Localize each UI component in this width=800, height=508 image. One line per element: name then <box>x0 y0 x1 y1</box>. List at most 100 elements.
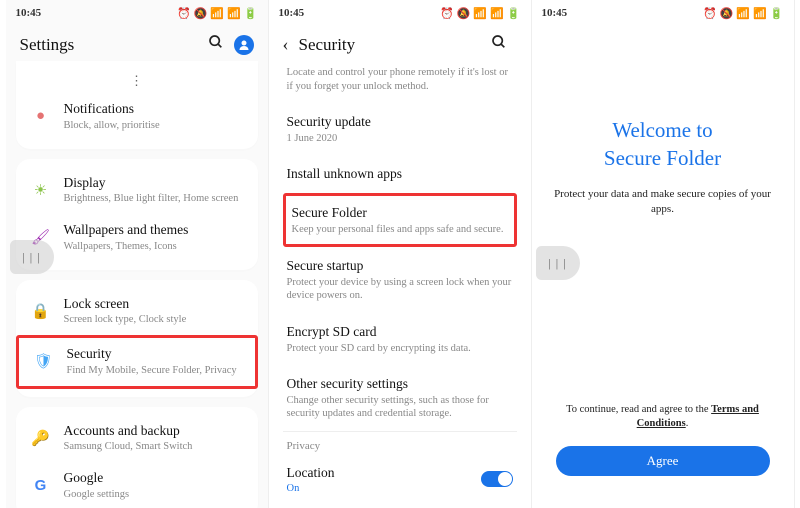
list-item-sub: Wallpapers, Themes, Icons <box>64 240 246 254</box>
ellipsis-icon: ⋮ <box>16 73 258 93</box>
list-item-sub: Protect your device by using a screen lo… <box>287 276 513 303</box>
list-item-title: Secure startup <box>287 257 513 275</box>
status-time: 10:45 <box>279 7 305 19</box>
security-header: ‹ Security <box>269 26 531 65</box>
signal-icon: 📶 <box>736 7 750 20</box>
battery-icon: 🔋 <box>507 7 521 20</box>
display-icon: ☀ <box>28 181 54 200</box>
battery-icon: 🔋 <box>244 7 258 20</box>
list-item-display[interactable]: ☀ Display Brightness, Blue light filter,… <box>16 167 258 215</box>
list-item-title: Encrypt SD card <box>287 323 513 341</box>
google-icon: G <box>28 477 54 494</box>
terms-prefix: To continue, read and agree to the <box>566 404 711 415</box>
status-bar: 10:45 ⏰ 🔕 📶 📶 🔋 <box>532 0 794 26</box>
list-item-location[interactable]: Location On <box>283 454 517 504</box>
mute-icon: 🔕 <box>194 7 208 20</box>
phone-settings: 10:45 ⏰ 🔕 📶 📶 🔋 Settings ⋮ ● Notificatio… <box>6 0 269 508</box>
list-item-title: Location <box>287 464 335 482</box>
list-item-sub: 1 June 2020 <box>287 132 513 146</box>
page-title: Security <box>299 35 491 55</box>
welcome-title: Welcome to Secure Folder <box>604 116 721 173</box>
toggle-state-label: On <box>287 483 335 494</box>
status-bar: 10:45 ⏰ 🔕 📶 📶 🔋 <box>269 0 531 26</box>
list-item-title: Security <box>67 346 243 363</box>
alarm-icon: ⏰ <box>440 7 454 20</box>
list-item-title: Other security settings <box>287 375 513 393</box>
list-item-security-update[interactable]: Security update 1 June 2020 <box>283 103 517 155</box>
list-item-findmymobile[interactable]: Locate and control your phone remotely i… <box>283 66 517 103</box>
list-item-title: Lock screen <box>64 296 246 313</box>
list-item-title: Accounts and backup <box>64 423 246 440</box>
list-item-other-security[interactable]: Other security settings Change other sec… <box>283 365 517 431</box>
shield-icon: 🛡 <box>31 352 57 371</box>
edge-handle[interactable]: | | | <box>536 246 580 280</box>
list-item-sub: Locate and control your phone remotely i… <box>287 66 513 93</box>
mute-icon: 🔕 <box>720 7 734 20</box>
list-item-title: Install unknown apps <box>287 165 513 183</box>
edge-handle[interactable]: | | | <box>10 240 54 274</box>
list-item-title: Security update <box>287 113 513 131</box>
list-item-sub: Google settings <box>64 488 246 502</box>
key-icon: 🔑 <box>28 429 54 448</box>
list-item-lockscreen[interactable]: 🔒 Lock screen Screen lock type, Clock st… <box>16 288 258 336</box>
agree-button[interactable]: Agree <box>556 446 770 476</box>
list-item-encrypt-sd[interactable]: Encrypt SD card Protect your SD card by … <box>283 313 517 365</box>
wifi-icon: 📶 <box>753 7 767 20</box>
welcome-title-line2: Secure Folder <box>604 146 721 170</box>
notifications-icon: ● <box>28 108 54 125</box>
settings-list: ⋮ ● Notifications Block, allow, prioriti… <box>6 61 268 508</box>
card-connections-group: ⋮ ● Notifications Block, allow, prioriti… <box>16 61 258 149</box>
signal-icon: 📶 <box>210 7 224 20</box>
status-time: 10:45 <box>542 7 568 19</box>
wifi-icon: 📶 <box>490 7 504 20</box>
signal-icon: 📶 <box>473 7 487 20</box>
status-icons: ⏰ 🔕 📶 📶 🔋 <box>703 7 784 20</box>
list-item-title: Notifications <box>64 101 246 118</box>
list-item-secure-startup[interactable]: Secure startup Protect your device by us… <box>283 247 517 313</box>
settings-header: Settings <box>6 26 268 65</box>
terms-text: To continue, read and agree to the Terms… <box>552 403 774 432</box>
list-item-security[interactable]: 🛡 Security Find My Mobile, Secure Folder… <box>16 335 258 389</box>
list-item-install-unknown[interactable]: Install unknown apps <box>283 155 517 193</box>
status-icons: ⏰ 🔕 📶 📶 🔋 <box>440 7 521 20</box>
list-item-sub: Protect your SD card by encrypting its d… <box>287 342 513 356</box>
avatar[interactable] <box>234 35 254 55</box>
list-item-sub: Block, allow, prioritise <box>64 119 246 133</box>
phone-security: 10:45 ⏰ 🔕 📶 📶 🔋 ‹ Security Locate and co… <box>269 0 532 508</box>
list-item-sub: Samsung Cloud, Smart Switch <box>64 440 246 454</box>
security-list: Locate and control your phone remotely i… <box>269 66 531 504</box>
list-item-title: Display <box>64 175 246 192</box>
search-icon[interactable] <box>491 34 507 55</box>
card-security-group: 🔒 Lock screen Screen lock type, Clock st… <box>16 280 258 397</box>
list-item-notifications[interactable]: ● Notifications Block, allow, prioritise <box>16 93 258 141</box>
list-item-sub: Change other security settings, such as … <box>287 394 513 421</box>
battery-icon: 🔋 <box>770 7 784 20</box>
back-icon[interactable]: ‹ <box>283 34 289 55</box>
list-item-accounts[interactable]: 🔑 Accounts and backup Samsung Cloud, Sma… <box>16 415 258 463</box>
mute-icon: 🔕 <box>457 7 471 20</box>
search-icon[interactable] <box>208 34 224 55</box>
lock-icon: 🔒 <box>28 302 54 321</box>
list-item-sub: Find My Mobile, Secure Folder, Privacy <box>67 364 243 378</box>
alarm-icon: ⏰ <box>177 7 191 20</box>
list-item-sub: Keep your personal files and apps safe a… <box>292 223 508 237</box>
location-toggle[interactable] <box>481 471 513 487</box>
list-item-google[interactable]: G Google Google settings <box>16 462 258 508</box>
list-item-title: Google <box>64 470 246 487</box>
terms-suffix: . <box>686 418 689 429</box>
welcome-title-line1: Welcome to <box>612 118 712 142</box>
list-item-title: Secure Folder <box>292 204 508 222</box>
status-bar: 10:45 ⏰ 🔕 📶 📶 🔋 <box>6 0 268 26</box>
status-icons: ⏰ 🔕 📶 📶 🔋 <box>177 7 258 20</box>
list-item-sub: Brightness, Blue light filter, Home scre… <box>64 192 246 206</box>
page-title: Settings <box>20 35 208 55</box>
alarm-icon: ⏰ <box>703 7 717 20</box>
section-label-privacy: Privacy <box>283 432 517 454</box>
wifi-icon: 📶 <box>227 7 241 20</box>
status-time: 10:45 <box>16 7 42 19</box>
welcome-subtitle: Protect your data and make secure copies… <box>554 187 772 217</box>
phone-secure-folder-welcome: 10:45 ⏰ 🔕 📶 📶 🔋 Welcome to Secure Folder… <box>532 0 795 508</box>
list-item-sub: Screen lock type, Clock style <box>64 313 246 327</box>
card-accounts-group: 🔑 Accounts and backup Samsung Cloud, Sma… <box>16 407 258 508</box>
list-item-secure-folder[interactable]: Secure Folder Keep your personal files a… <box>283 193 517 247</box>
